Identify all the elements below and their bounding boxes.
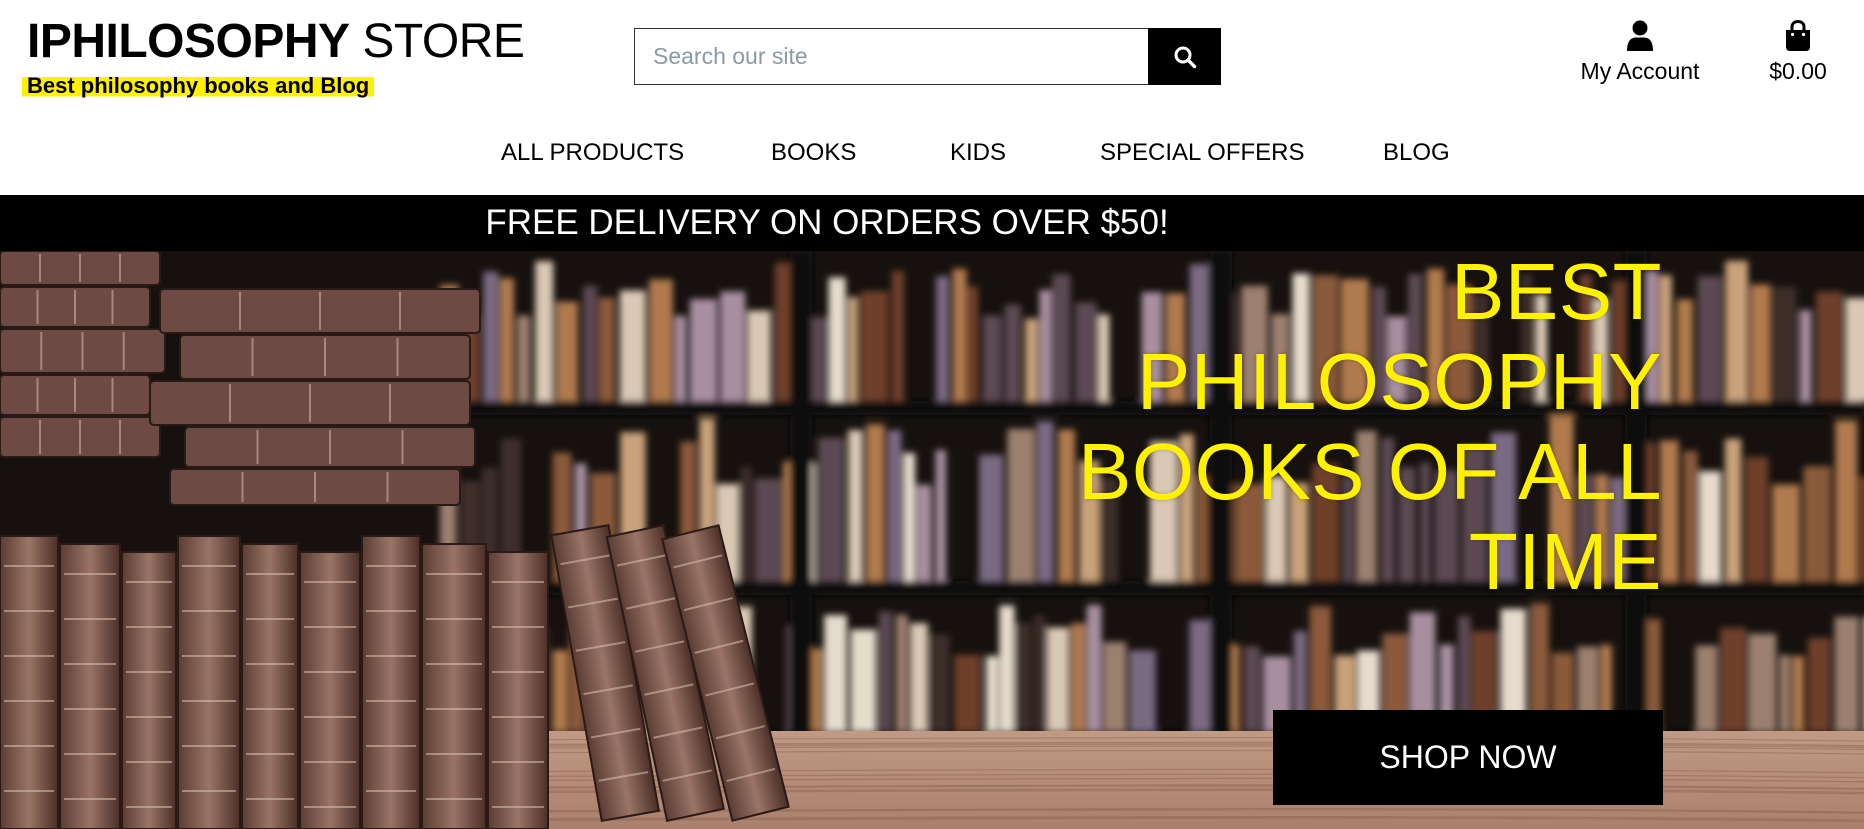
my-account-link[interactable]: My Account — [1572, 20, 1708, 86]
search-icon — [1174, 46, 1196, 68]
my-account-label: My Account — [1580, 58, 1700, 84]
hero-heading: BEST PHILOSOPHY BOOKS OF ALL TIME — [1077, 251, 1662, 606]
shop-now-button[interactable]: SHOP NOW — [1273, 710, 1663, 805]
hero-section: BEST PHILOSOPHY BOOKS OF ALL TIME SHOP N… — [0, 251, 1864, 829]
nav-item-special-offers[interactable]: SPECIAL OFFERS — [1100, 138, 1305, 168]
delivery-banner: FREE DELIVERY ON ORDERS OVER $50! — [0, 195, 1864, 251]
brand-title: IPHILOSOPHY STORE — [27, 14, 525, 70]
nav-item-blog[interactable]: BLOG — [1383, 138, 1450, 168]
shopping-bag-link[interactable]: $0.00 — [1762, 20, 1834, 86]
nav-item-kids[interactable]: KIDS — [950, 138, 1006, 168]
nav-item-books[interactable]: BOOKS — [771, 138, 856, 168]
brand-title-light: STORE — [362, 15, 525, 68]
delivery-banner-text: FREE DELIVERY ON ORDERS OVER $50! — [485, 203, 1169, 242]
main-nav: ALL PRODUCTS BOOKS KIDS SPECIAL OFFERS B… — [0, 138, 1864, 168]
site-header: IPHILOSOPHY STORE Best philosophy books … — [0, 0, 1864, 195]
search-form — [634, 28, 1221, 85]
search-button[interactable] — [1148, 28, 1221, 85]
bag-total: $0.00 — [1769, 58, 1827, 84]
nav-item-all-products[interactable]: ALL PRODUCTS — [501, 138, 684, 168]
user-icon — [1627, 20, 1653, 51]
shopping-bag-icon — [1786, 20, 1810, 51]
brand-logo[interactable]: IPHILOSOPHY STORE Best philosophy books … — [22, 14, 525, 100]
search-input[interactable] — [634, 28, 1148, 85]
brand-tagline: Best philosophy books and Blog — [22, 72, 375, 100]
brand-title-strong: IPHILOSOPHY — [27, 15, 350, 68]
